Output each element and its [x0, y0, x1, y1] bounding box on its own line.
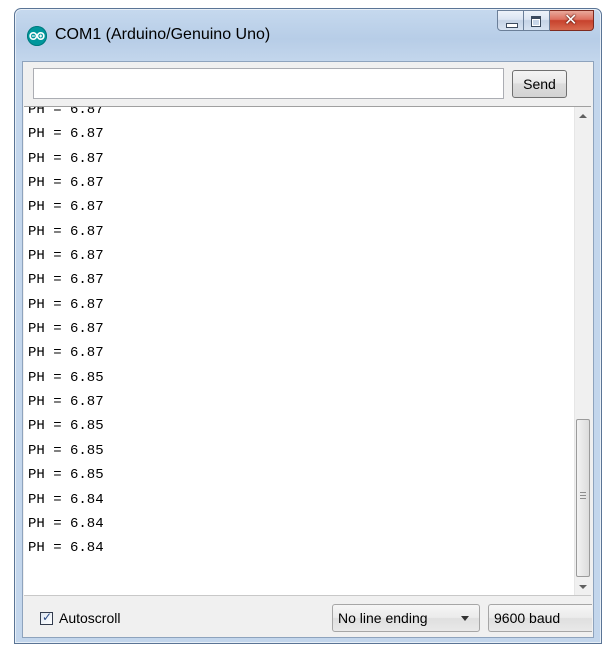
scroll-up-arrow-icon[interactable] [575, 107, 591, 124]
send-button[interactable]: Send [512, 70, 567, 98]
output-line: PH = 6.87 [28, 126, 104, 143]
output-line: PH = 6.85 [28, 442, 104, 459]
window-title: COM1 (Arduino/Genuino Uno) [55, 26, 271, 43]
scrollbar-thumb[interactable] [576, 419, 590, 577]
baud-rate-select[interactable]: 9600 baud [488, 604, 592, 632]
line-ending-select[interactable]: No line ending [332, 604, 480, 632]
serial-output-area[interactable]: PH = 6.87 PH = 6.87 PH = 6.87 PH = 6.87 PH =… [24, 106, 591, 596]
output-line: PH = 6.87 [28, 394, 104, 411]
scroll-down-arrow-icon[interactable] [575, 578, 591, 595]
minimize-icon [506, 23, 518, 28]
output-line: PH = 6.87 [28, 321, 104, 338]
output-line: PH = 6.87 [28, 199, 104, 216]
caption-buttons: ✕ [497, 10, 594, 31]
maximize-button[interactable] [524, 10, 550, 31]
vertical-scrollbar[interactable] [574, 107, 591, 595]
output-line: PH = 6.87 [28, 150, 104, 167]
bottom-toolbar: Autoscroll No line ending 9600 baud [23, 600, 593, 636]
line-ending-value: No line ending [338, 610, 428, 626]
output-line: PH = 6.87 [28, 106, 104, 118]
serial-monitor-window: COM1 (Arduino/Genuino Uno) ✕ Send PH = 6… [14, 8, 602, 644]
output-line: PH = 6.87 [28, 248, 104, 265]
close-icon: ✕ [564, 12, 578, 29]
output-line: PH = 6.87 [28, 345, 104, 362]
arduino-icon [27, 26, 47, 46]
close-button[interactable]: ✕ [550, 10, 594, 31]
send-input[interactable] [33, 68, 504, 99]
title-bar[interactable]: COM1 (Arduino/Genuino Uno) ✕ [15, 9, 601, 61]
output-line: PH = 6.84 [28, 540, 104, 557]
baud-rate-value: 9600 baud [494, 610, 561, 626]
output-line: PH = 6.84 [28, 491, 104, 508]
autoscroll-toggle[interactable]: Autoscroll [40, 610, 120, 626]
output-line: PH = 6.85 [28, 467, 104, 484]
output-line: PH = 6.84 [28, 515, 104, 532]
output-line: PH = 6.85 [28, 418, 104, 435]
scrollbar-grip-icon [580, 492, 586, 499]
minimize-button[interactable] [497, 10, 524, 31]
maximize-icon [531, 16, 541, 27]
serial-monitor-content: Send PH = 6.87 PH = 6.87 PH = 6.87 PH = 6.8… [22, 61, 594, 638]
output-line: PH = 6.87 [28, 272, 104, 289]
output-line: PH = 6.87 [28, 296, 104, 313]
chevron-down-icon [461, 616, 469, 621]
output-line: PH = 6.87 [28, 223, 104, 240]
output-lines: PH = 6.87 PH = 6.87 PH = 6.87 PH = 6.87 PH =… [28, 106, 104, 561]
output-line: PH = 6.87 [28, 175, 104, 192]
autoscroll-checkbox[interactable] [40, 610, 53, 625]
output-line: PH = 6.85 [28, 369, 104, 386]
autoscroll-label: Autoscroll [59, 610, 121, 626]
